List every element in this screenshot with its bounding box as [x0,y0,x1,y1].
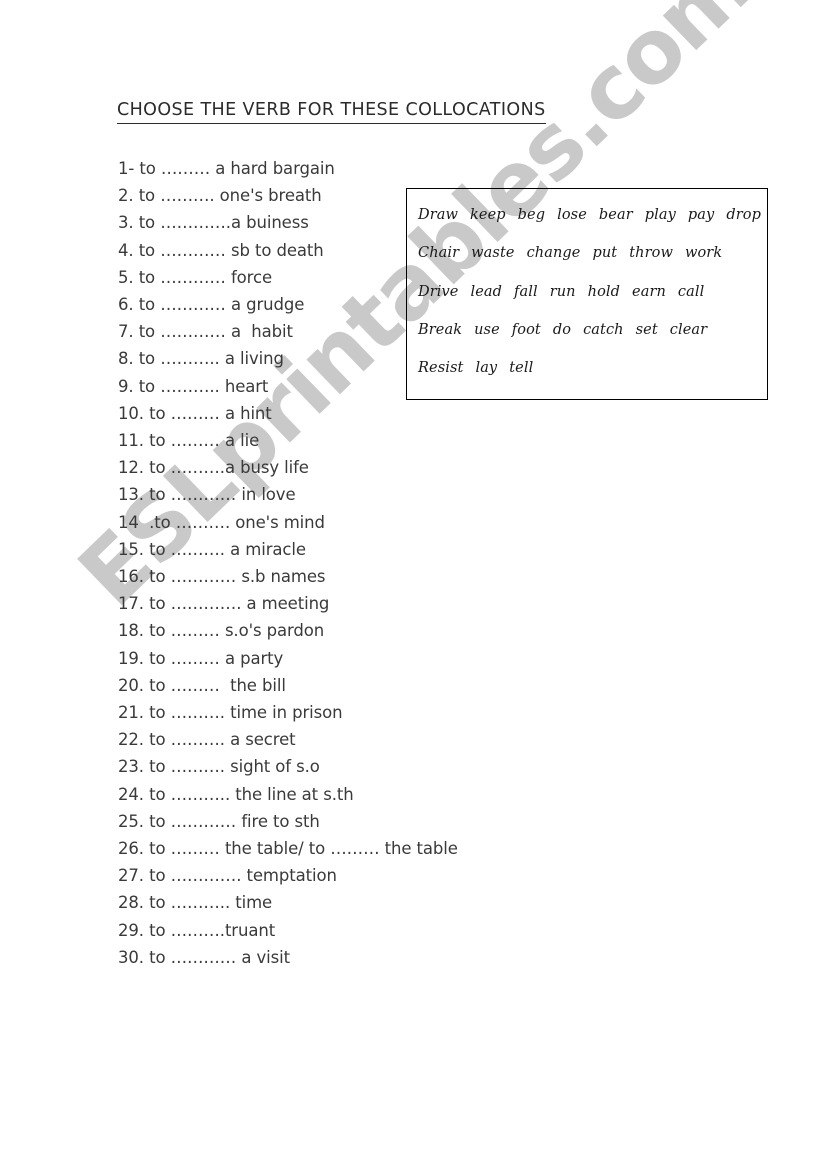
list-item: 14 .to ………. one's mind [118,512,325,532]
page-title: CHOOSE THE VERB FOR THESE COLLOCATIONS [117,100,546,124]
list-item: 13. to ………… in love [118,485,296,505]
list-item: 27. to …………. temptation [118,866,337,886]
list-item: 6. to ………… a grudge [118,295,305,315]
worksheet-page: CHOOSE THE VERB FOR THESE COLLOCATIONS 1… [0,0,826,1169]
list-item: 22. to ………. a secret [118,730,296,750]
word-bank-word[interactable]: clear [670,311,707,349]
collocation-list: 1- to ……… a hard bargain 2. to ………. one's… [118,155,548,971]
list-item: 17. to …………. a meeting [118,594,330,614]
list-item: 9. to ……….. heart [118,376,269,396]
list-item: 16. to ………… s.b names [118,567,326,587]
list-item: 29. to ……….truant [118,920,276,940]
list-item: 15. to ………. a miracle [118,539,306,559]
word-bank-word[interactable]: catch [583,311,624,349]
word-bank-word[interactable]: put [592,234,617,272]
list-item: 4. to ………… sb to death [118,240,324,260]
list-item: 19. to ……… a party [118,648,284,668]
list-item: 18. to ……… s.o's pardon [118,621,325,641]
list-item: 12. to ……….a busy life [118,458,309,478]
list-item: 10. to ……… a hint [118,403,272,423]
word-bank-word[interactable]: lose [557,196,587,234]
list-item: 1- to ……… a hard bargain [118,159,335,178]
list-item: 3. to ………….a buiness [118,213,309,233]
word-bank-word[interactable]: earn [632,273,666,311]
list-item: 30. to ………… a visit [118,947,290,967]
word-bank-word[interactable]: work [685,234,722,272]
list-item: 24. to ……….. the line at s.th [118,784,354,804]
list-item: 26. to ……… the table/ to ……… the table [118,839,458,859]
list-item: 20. to ……… the bill [118,675,286,695]
word-bank-word[interactable]: pay [688,196,714,234]
list-item: 7. to ………… a habit [118,322,293,342]
word-bank-word[interactable]: play [645,196,676,234]
word-bank-word[interactable]: drop [726,196,761,234]
list-item: 8. to ……….. a living [118,349,284,369]
list-item: 5. to ………… force [118,267,272,287]
list-item: 23. to ………. sight of s.o [118,757,320,777]
list-item: 25. to ………… fire to sth [118,811,320,831]
word-bank-word[interactable]: set [636,311,658,349]
word-bank-word[interactable]: bear [599,196,633,234]
word-bank-word[interactable]: do [553,311,571,349]
word-bank-word[interactable]: run [550,273,576,311]
list-item: 2. to ………. one's breath [118,186,322,206]
list-item: 21. to ………. time in prison [118,703,343,723]
word-bank-word[interactable]: call [678,273,704,311]
list-item: 28. to ……….. time [118,893,273,913]
list-item: 11. to ……… a lie [118,431,260,451]
word-bank-word[interactable]: throw [629,234,673,272]
word-bank-word[interactable]: hold [588,273,620,311]
